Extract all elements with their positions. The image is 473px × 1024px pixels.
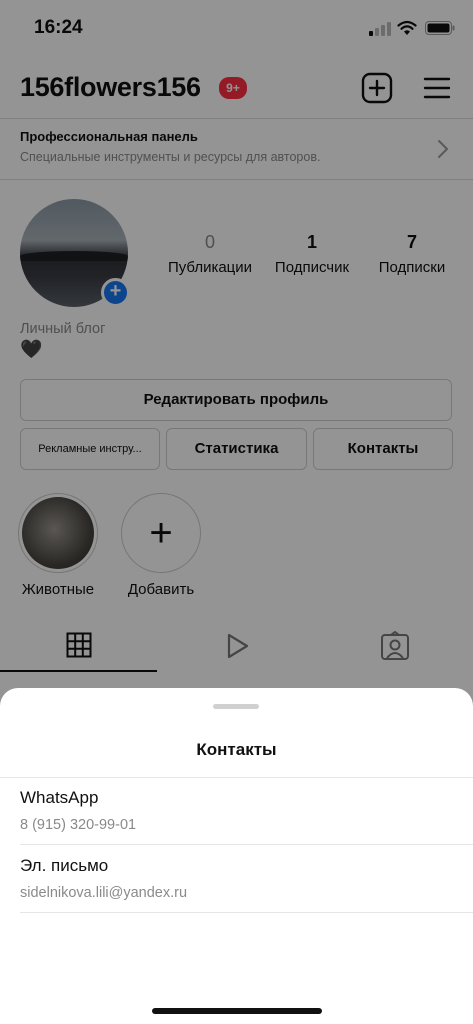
contact-item-whatsapp[interactable]: WhatsApp 8 (915) 320-99-01: [20, 788, 453, 833]
sheet-title: Контакты: [196, 740, 277, 759]
sheet-grabber-handle[interactable]: [213, 704, 259, 709]
contacts-bottom-sheet: Контакты WhatsApp 8 (915) 320-99-01 Эл. …: [0, 688, 473, 1024]
contact-label: Эл. письмо: [20, 856, 109, 875]
contact-value: 8 (915) 320-99-01: [20, 817, 137, 833]
contact-item-email[interactable]: Эл. письмо sidelnikova.lili@yandex.ru: [20, 856, 453, 901]
divider: [0, 777, 473, 778]
profile-screen: 16:24 156flowers156 9+ Профессиональная …: [0, 0, 473, 1024]
contact-label: WhatsApp: [20, 788, 99, 807]
home-indicator[interactable]: [152, 1008, 322, 1014]
divider: [20, 844, 473, 845]
contact-value: sidelnikova.lili@yandex.ru: [20, 885, 188, 901]
divider: [20, 912, 473, 913]
